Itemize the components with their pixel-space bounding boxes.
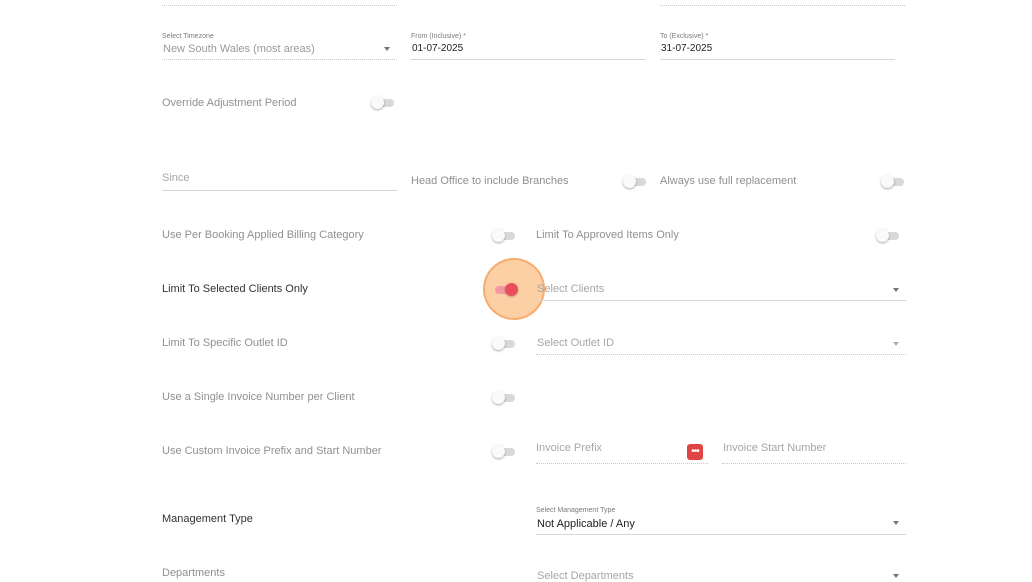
select-clients-dropdown[interactable]: Select Clients [537,283,604,295]
timezone-label: Select Timezone [162,33,214,40]
invoice-start-number-input[interactable]: Invoice Start Number [723,442,826,454]
management-type-select-label: Select Management Type [536,507,616,514]
timezone-select[interactable]: New South Wales (most areas) [163,43,315,55]
management-type-label: Management Type [162,513,253,525]
select-clients-caret-icon[interactable] [893,288,899,292]
date-to-underline [660,59,895,60]
invoice-prefix-underline [536,463,708,464]
date-from-input[interactable]: 01-07-2025 [412,43,463,54]
more-horizontal-icon[interactable]: ••• [687,444,703,460]
single-invoice-toggle[interactable] [492,391,517,405]
date-from-label: From (Inclusive) * [411,33,466,40]
date-to-input[interactable]: 31-07-2025 [661,43,712,54]
select-outlet-dropdown[interactable]: Select Outlet ID [537,337,614,349]
invoice-start-number-underline [722,463,906,464]
date-from-underline [411,59,646,60]
management-type-select[interactable]: Not Applicable / Any [537,518,635,530]
override-adjustment-label: Override Adjustment Period [162,97,297,109]
timezone-underline [162,59,397,60]
custom-prefix-toggle[interactable] [492,445,517,459]
management-type-underline [536,534,906,535]
top-field-line-left [162,5,397,6]
single-invoice-label: Use a Single Invoice Number per Client [162,391,355,403]
select-departments-caret-icon[interactable] [893,574,899,578]
since-input[interactable]: Since [162,172,190,184]
timezone-caret-icon[interactable] [384,47,390,51]
per-booking-billing-label: Use Per Booking Applied Billing Category [162,229,364,241]
approved-items-label: Limit To Approved Items Only [536,229,679,241]
departments-label: Departments [162,567,225,579]
specific-outlet-toggle[interactable] [492,337,517,351]
specific-outlet-label: Limit To Specific Outlet ID [162,337,288,349]
per-booking-billing-toggle[interactable] [492,229,517,243]
date-to-label: To (Exclusive) * [660,33,709,40]
select-clients-underline [536,300,906,301]
selected-clients-toggle[interactable] [495,283,518,297]
head-office-label: Head Office to include Branches [411,175,569,187]
full-replacement-toggle[interactable] [881,175,906,189]
custom-prefix-label: Use Custom Invoice Prefix and Start Numb… [162,445,382,457]
select-outlet-underline [536,354,906,355]
full-replacement-label: Always use full replacement [660,175,797,187]
since-underline [162,190,397,191]
management-type-caret-icon[interactable] [893,521,899,525]
top-field-line-right [660,5,905,6]
invoice-prefix-input[interactable]: Invoice Prefix [536,442,602,454]
selected-clients-label: Limit To Selected Clients Only [162,283,308,295]
select-outlet-caret-icon[interactable] [893,342,899,346]
override-adjustment-toggle[interactable] [371,96,396,110]
head-office-toggle[interactable] [623,175,648,189]
select-departments-dropdown[interactable]: Select Departments [537,570,634,582]
approved-items-toggle[interactable] [876,229,901,243]
